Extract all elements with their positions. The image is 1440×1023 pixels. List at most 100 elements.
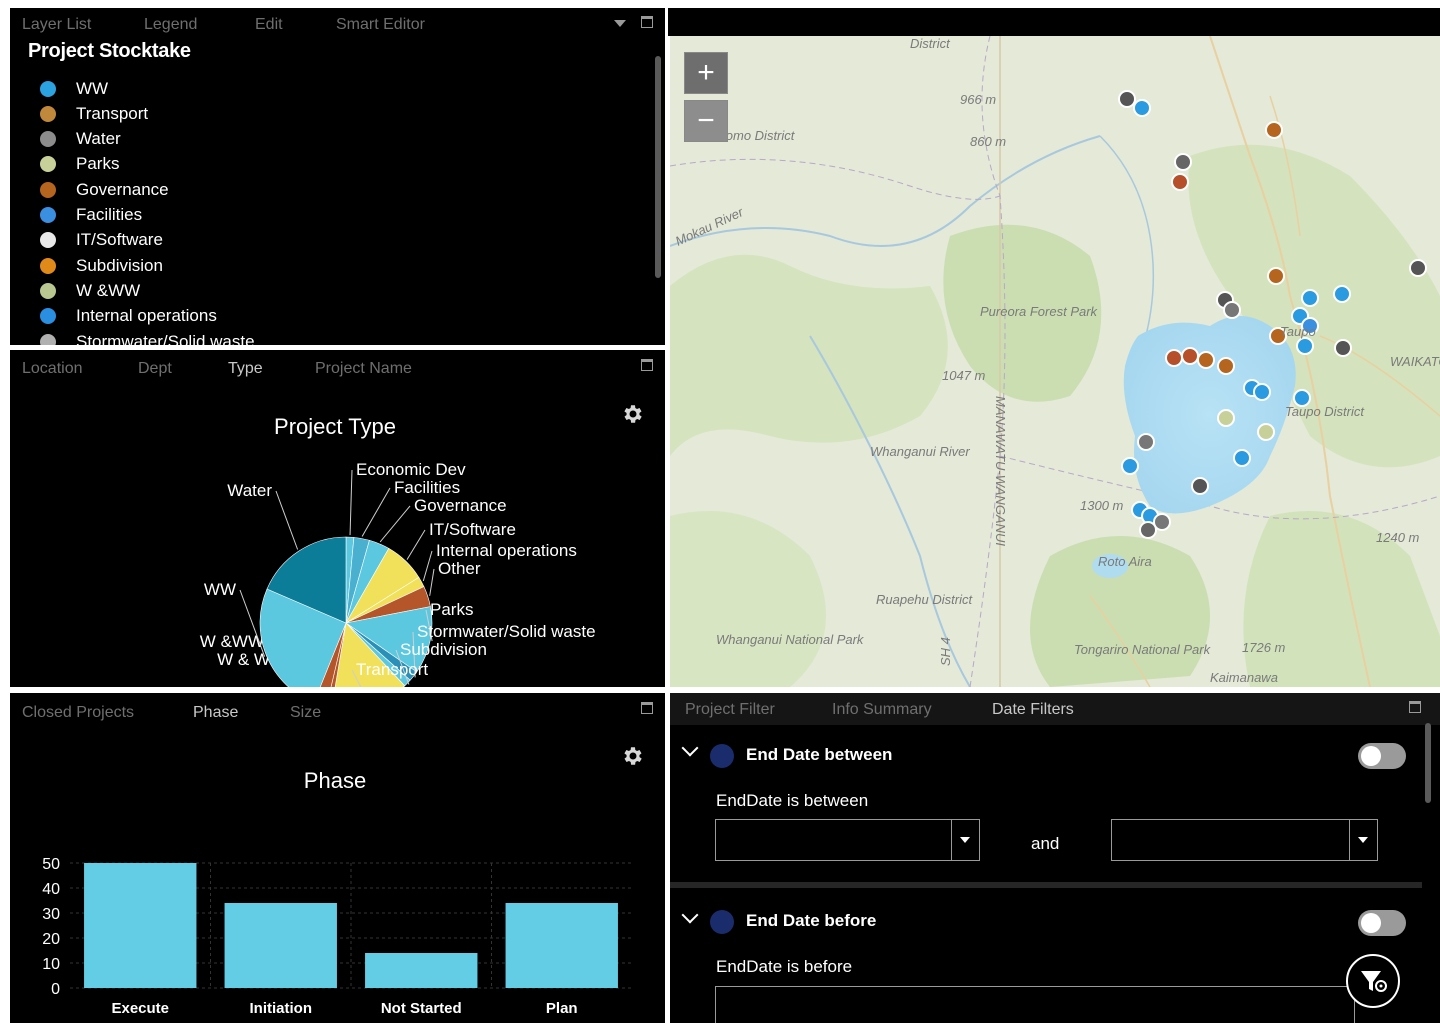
tab-closed-projects[interactable]: Closed Projects bbox=[22, 704, 134, 722]
bar[interactable] bbox=[505, 903, 618, 988]
maximize-icon[interactable] bbox=[1409, 701, 1421, 713]
map-marker[interactable] bbox=[1191, 477, 1209, 495]
layer-item[interactable]: Parks bbox=[40, 152, 119, 177]
map-label: Kaimanawa bbox=[1210, 670, 1278, 685]
map-marker[interactable] bbox=[1181, 347, 1199, 365]
project-type-pie-chart: Economic DevFacilitiesGovernance IT/Softw… bbox=[200, 460, 596, 687]
bar[interactable] bbox=[84, 863, 197, 988]
filter-toggle[interactable] bbox=[1358, 910, 1406, 936]
filter-scrollbar[interactable] bbox=[1425, 723, 1431, 803]
map-marker[interactable] bbox=[1257, 423, 1275, 441]
map-canvas[interactable]: District966 m860 mWaitomo DistrictMokau … bbox=[670, 36, 1440, 687]
map-marker[interactable] bbox=[1223, 301, 1241, 319]
y-tick-label: 0 bbox=[51, 981, 60, 998]
tab-project-name[interactable]: Project Name bbox=[315, 360, 412, 378]
tab-type[interactable]: Type bbox=[228, 360, 263, 378]
pie-leader-line bbox=[429, 568, 435, 596]
map-marker[interactable] bbox=[1267, 267, 1285, 285]
maximize-icon[interactable] bbox=[641, 702, 653, 714]
tab-edit[interactable]: Edit bbox=[255, 16, 283, 34]
filter-toggle[interactable] bbox=[1358, 743, 1406, 769]
map-marker[interactable] bbox=[1171, 173, 1189, 191]
layer-item-label: Governance bbox=[76, 179, 169, 199]
layer-scrollbar[interactable] bbox=[655, 56, 661, 278]
transport-icon bbox=[40, 105, 56, 122]
map-label: Whanganui River bbox=[870, 444, 970, 459]
map-marker[interactable] bbox=[1121, 457, 1139, 475]
x-tick-label: Plan bbox=[546, 1000, 578, 1017]
governance-icon bbox=[40, 181, 56, 198]
map-marker[interactable] bbox=[1233, 449, 1251, 467]
gear-icon[interactable] bbox=[620, 744, 644, 768]
tab-location[interactable]: Location bbox=[22, 360, 83, 378]
layer-item-label: Stormwater/Solid waste bbox=[76, 331, 255, 346]
tab-info-summary[interactable]: Info Summary bbox=[832, 701, 932, 719]
end-date-select[interactable] bbox=[1111, 819, 1378, 861]
type-tabbar: Location Dept Type Project Name bbox=[10, 350, 665, 384]
tab-size[interactable]: Size bbox=[290, 704, 321, 722]
tab-dept[interactable]: Dept bbox=[138, 360, 172, 378]
maximize-icon[interactable] bbox=[641, 359, 653, 371]
zoom-in-button[interactable]: + bbox=[684, 52, 728, 94]
map-marker[interactable] bbox=[1118, 90, 1136, 108]
map-label: 1726 m bbox=[1242, 640, 1286, 655]
map-marker[interactable] bbox=[1217, 357, 1235, 375]
phase-panel: Closed Projects Phase Size Phase 0 10 20 30… bbox=[10, 693, 665, 1023]
chevron-down-icon[interactable] bbox=[1349, 820, 1377, 860]
layer-item[interactable]: Facilities bbox=[40, 203, 142, 228]
map-marker[interactable] bbox=[1165, 349, 1183, 367]
map-marker[interactable] bbox=[1137, 433, 1155, 451]
layer-item[interactable]: Stormwater/Solid waste bbox=[40, 329, 255, 345]
map-marker[interactable] bbox=[1296, 337, 1314, 355]
layer-item[interactable]: Internal operations bbox=[40, 304, 217, 329]
filter-settings-button[interactable] bbox=[1346, 954, 1400, 1008]
chevron-down-icon[interactable] bbox=[681, 739, 699, 757]
map-marker[interactable] bbox=[1334, 339, 1352, 357]
zoom-out-button[interactable]: − bbox=[684, 100, 728, 142]
map-marker[interactable] bbox=[1217, 409, 1235, 427]
map-marker[interactable] bbox=[1265, 121, 1283, 139]
map-view[interactable]: District 966 m 860 m Waitomo District Mokau … bbox=[670, 36, 1440, 687]
map-marker[interactable] bbox=[1253, 383, 1271, 401]
layer-item[interactable]: W &WW bbox=[40, 278, 140, 303]
tab-phase[interactable]: Phase bbox=[193, 704, 238, 722]
tab-legend[interactable]: Legend bbox=[144, 16, 197, 34]
map-marker[interactable] bbox=[1174, 153, 1192, 171]
tab-smart-editor[interactable]: Smart Editor bbox=[336, 16, 425, 34]
pie-label: W &WW bbox=[200, 632, 264, 651]
layer-item[interactable]: WW bbox=[40, 76, 108, 101]
filter-title: End Date before bbox=[746, 911, 877, 930]
collapse-icon[interactable] bbox=[614, 20, 626, 27]
tab-layer-list[interactable]: Layer List bbox=[22, 16, 91, 34]
map-marker[interactable] bbox=[1197, 351, 1215, 369]
layer-item[interactable]: Governance bbox=[40, 177, 169, 202]
layer-item[interactable]: IT/Software bbox=[40, 228, 163, 253]
pie-label: Facilities bbox=[394, 478, 460, 497]
maximize-icon[interactable] bbox=[641, 16, 653, 28]
layer-item[interactable]: Subdivision bbox=[40, 253, 163, 278]
chevron-down-icon[interactable] bbox=[951, 820, 979, 860]
layer-item[interactable]: Water bbox=[40, 127, 121, 152]
map-label: 1300 m bbox=[1080, 498, 1124, 513]
map-marker[interactable] bbox=[1139, 521, 1157, 539]
map-marker[interactable] bbox=[1133, 99, 1151, 117]
pie-leader-line bbox=[361, 487, 391, 537]
bar[interactable] bbox=[224, 903, 337, 988]
map-marker[interactable] bbox=[1409, 259, 1427, 277]
status-dot bbox=[710, 910, 734, 934]
bar[interactable] bbox=[365, 953, 478, 988]
chevron-down-icon[interactable] bbox=[681, 906, 699, 924]
pie-label: Transport bbox=[356, 660, 428, 679]
tab-date-filters[interactable]: Date Filters bbox=[992, 701, 1074, 719]
map-marker[interactable] bbox=[1333, 285, 1351, 303]
map-label: Taupo District bbox=[1285, 404, 1365, 419]
pie-leader-line bbox=[379, 505, 411, 543]
pie-label: Economic Dev bbox=[356, 460, 466, 479]
start-date-select[interactable] bbox=[715, 819, 980, 861]
map-label: 860 m bbox=[970, 134, 1006, 149]
before-date-select[interactable] bbox=[715, 986, 1355, 1023]
tab-project-filter[interactable]: Project Filter bbox=[685, 701, 775, 719]
map-marker[interactable] bbox=[1301, 289, 1319, 307]
layer-item[interactable]: Transport bbox=[40, 101, 148, 126]
filter-connector: and bbox=[1031, 834, 1060, 853]
